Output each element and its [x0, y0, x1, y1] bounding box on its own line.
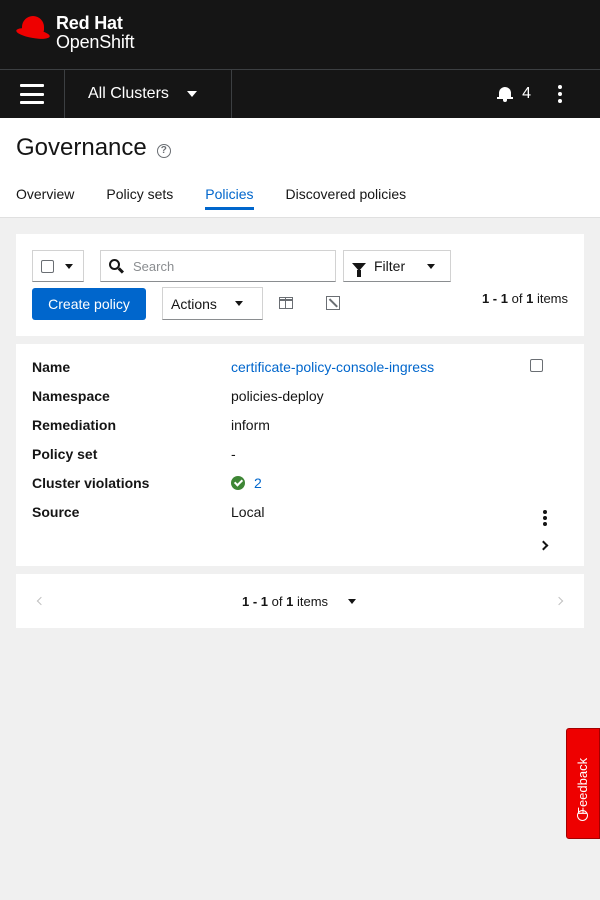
notifications-count: 4: [522, 85, 531, 102]
tab-overview[interactable]: Overview: [16, 186, 74, 210]
policy-name-link[interactable]: certificate-policy-console-ingress: [231, 359, 434, 375]
tab-policy-sets[interactable]: Policy sets: [106, 186, 173, 210]
tab-discovered-policies[interactable]: Discovered policies: [286, 186, 407, 210]
feedback-icon: [577, 810, 588, 821]
brand-logo[interactable]: Red Hat OpenShift: [15, 13, 135, 52]
table-toolbar: Filter Create policy Actions 1 - 1 of 1 …: [16, 234, 584, 336]
kebab-icon[interactable]: [558, 85, 562, 103]
chevron-left-icon[interactable]: [36, 596, 46, 606]
row-checkbox[interactable]: [530, 359, 543, 372]
columns-icon[interactable]: [279, 297, 293, 309]
kebab-icon[interactable]: [543, 510, 547, 526]
filter-label: Filter: [374, 258, 406, 274]
masthead: Red Hat OpenShift: [0, 0, 600, 70]
brand-line1: Red Hat: [56, 13, 123, 33]
tab-policies[interactable]: Policies: [205, 186, 254, 210]
top-toolbar: All Clusters 4: [0, 70, 600, 118]
item-count: 1 - 1 of 1 items: [481, 291, 568, 306]
caret-down-icon: [348, 599, 357, 604]
cluster-selector-label: All Clusters: [88, 85, 169, 102]
filter-button[interactable]: Filter: [343, 250, 451, 282]
page-header: Governance ? Overview Policy sets Polici…: [0, 118, 600, 218]
search-input[interactable]: [133, 258, 313, 274]
caret-down-icon: [65, 263, 73, 269]
page-title: Governance: [16, 134, 147, 161]
pagination: 1 - 1 of 1 items: [16, 574, 584, 628]
actions-label: Actions: [171, 295, 217, 312]
caret-down-icon: [187, 91, 197, 97]
caret-down-icon: [427, 263, 436, 269]
policy-row: Name certificate-policy-console-ingress …: [16, 344, 584, 566]
chevron-right-icon[interactable]: [554, 596, 564, 606]
hamburger-icon: [20, 84, 44, 104]
notifications-button[interactable]: 4: [497, 85, 531, 103]
pagination-options[interactable]: 1 - 1 of 1 items: [242, 594, 357, 609]
filter-icon: [352, 263, 366, 277]
feedback-label: Feedback: [575, 757, 590, 815]
brand-line2: OpenShift: [56, 32, 135, 52]
checkbox-icon[interactable]: [41, 259, 54, 273]
create-policy-button[interactable]: Create policy: [32, 288, 146, 320]
nav-toggle-button[interactable]: [0, 70, 65, 118]
check-circle-icon: [231, 476, 245, 490]
caret-down-icon: [234, 301, 243, 306]
chevron-right-icon[interactable]: [538, 540, 549, 551]
cluster-selector[interactable]: All Clusters: [65, 70, 232, 118]
redhat-logo-icon: [15, 14, 51, 42]
tabs: Overview Policy sets Policies Discovered…: [16, 186, 438, 210]
bell-icon: [497, 86, 514, 102]
export-icon[interactable]: [326, 296, 340, 310]
bulk-select[interactable]: [32, 250, 84, 282]
violations-link[interactable]: 2: [254, 475, 262, 491]
feedback-button[interactable]: Feedback: [566, 728, 600, 839]
search-box: [100, 250, 336, 282]
search-icon: [109, 258, 125, 274]
actions-dropdown[interactable]: Actions: [162, 287, 263, 320]
help-icon[interactable]: ?: [156, 143, 171, 158]
